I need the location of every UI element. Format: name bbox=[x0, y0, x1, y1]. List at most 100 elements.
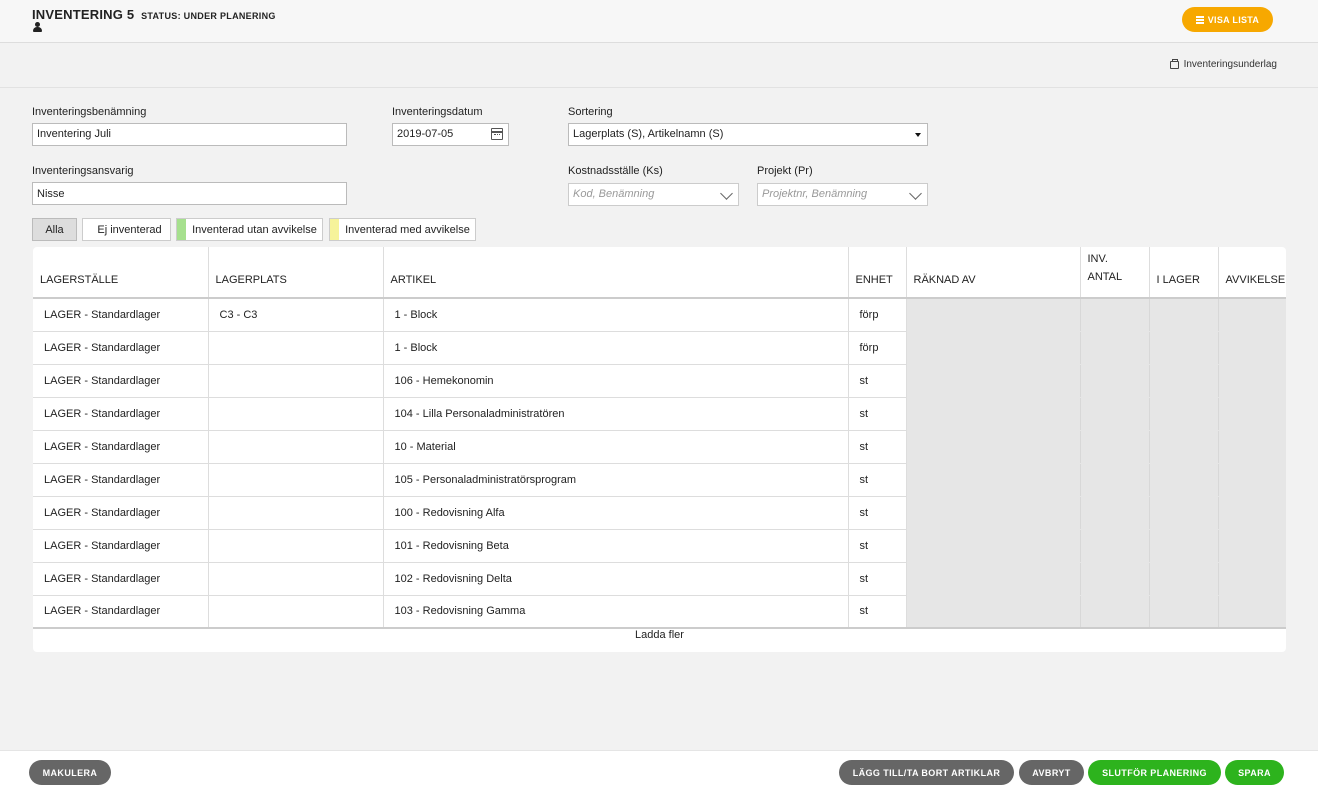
finish-planning-button[interactable]: SLUTFÖR PLANERING bbox=[1088, 760, 1221, 785]
cell-raknad-av bbox=[906, 331, 1081, 365]
cell-raknad-av bbox=[906, 397, 1081, 431]
resp-input[interactable]: Nisse bbox=[32, 182, 347, 205]
table-row[interactable]: LAGER - Standardlager 100 - Redovisning A… bbox=[33, 496, 1286, 530]
cell-lagerplats bbox=[208, 496, 384, 530]
col-header-avvikelse[interactable]: AVVIKELSE bbox=[1218, 247, 1286, 299]
page-title-text: INVENTERING 5 bbox=[32, 7, 135, 22]
visa-lista-button[interactable]: VISA LISTA bbox=[1182, 7, 1273, 32]
ks-select[interactable]: Kod, Benämning bbox=[568, 183, 739, 206]
cell-lagerplats bbox=[208, 595, 384, 629]
load-more-link[interactable]: Ladda fler bbox=[33, 629, 1286, 641]
cell-lagerplats bbox=[208, 562, 384, 596]
table-row[interactable]: LAGER - Standardlager 105 - Personaladmin… bbox=[33, 463, 1286, 497]
cell-inv-antal bbox=[1080, 331, 1150, 365]
add-remove-articles-button[interactable]: LÄGG TILL/TA BORT ARTIKLAR bbox=[839, 760, 1014, 785]
filter-not-inventoried[interactable]: Ej inventerad bbox=[82, 218, 171, 241]
cell-inv-antal bbox=[1080, 562, 1150, 596]
cell-avvikelse bbox=[1218, 562, 1286, 596]
table-row[interactable]: LAGER - Standardlager 104 - Lilla Persona… bbox=[33, 397, 1286, 431]
col-header-inv-antal[interactable]: INV. ANTAL bbox=[1080, 247, 1150, 299]
table-row[interactable]: LAGER - Standardlager 1 - Block förp bbox=[33, 331, 1286, 365]
name-input[interactable]: Inventering Juli bbox=[32, 123, 347, 146]
ks-placeholder: Kod, Benämning bbox=[573, 188, 655, 200]
cell-i-lager bbox=[1149, 364, 1219, 398]
cell-artikel: 104 - Lilla Personaladministratören bbox=[383, 397, 849, 431]
cell-enhet: st bbox=[848, 529, 907, 563]
col-header-artikel[interactable]: ARTIKEL bbox=[383, 247, 849, 299]
calendar-icon[interactable] bbox=[491, 128, 503, 140]
sort-select[interactable]: Lagerplats (S), Artikelnamn (S) bbox=[568, 123, 928, 146]
table-row[interactable]: LAGER - Standardlager 10 - Material st bbox=[33, 430, 1286, 464]
green-swatch bbox=[177, 219, 186, 240]
cell-lagerplats bbox=[208, 364, 384, 398]
table-row[interactable]: LAGER - Standardlager 102 - Redovisning D… bbox=[33, 562, 1286, 596]
list-icon bbox=[1195, 16, 1204, 24]
filter-all-label: Alla bbox=[45, 223, 64, 236]
pr-placeholder: Projektnr, Benämning bbox=[762, 188, 868, 200]
cell-raknad-av bbox=[906, 364, 1081, 398]
inventory-table: LAGERSTÄLLE LAGERPLATS ARTIKEL ENHET RÄK… bbox=[33, 247, 1286, 652]
cell-raknad-av bbox=[906, 496, 1081, 530]
filter-with-deviation[interactable]: Inventerad med avvikelse bbox=[329, 218, 476, 241]
cell-inv-antal bbox=[1080, 496, 1150, 530]
col-header-enhet[interactable]: ENHET bbox=[848, 247, 907, 299]
cell-artikel: 10 - Material bbox=[383, 430, 849, 464]
ks-label: Kostnadsställe (Ks) bbox=[568, 165, 663, 177]
cell-avvikelse bbox=[1218, 463, 1286, 497]
table-row[interactable]: LAGER - Standardlager 101 - Redovisning B… bbox=[33, 529, 1286, 563]
col-header-lagerstalle[interactable]: LAGERSTÄLLE bbox=[33, 247, 209, 299]
col-header-i-lager[interactable]: I LAGER bbox=[1149, 247, 1219, 299]
cell-avvikelse bbox=[1218, 529, 1286, 563]
cell-i-lager bbox=[1149, 430, 1219, 464]
cell-enhet: st bbox=[848, 430, 907, 464]
top-bar: INVENTERING 5 STATUS: UNDER PLANERING VI… bbox=[0, 0, 1318, 43]
filter-all[interactable]: Alla bbox=[32, 218, 77, 241]
cell-i-lager bbox=[1149, 529, 1219, 563]
cancel-button[interactable]: AVBRYT bbox=[1019, 760, 1084, 785]
col-header-inv-antal-text: INV. ANTAL bbox=[1087, 253, 1123, 283]
filter-without-deviation[interactable]: Inventerad utan avvikelse bbox=[176, 218, 323, 241]
resp-label: Inventeringsansvarig bbox=[32, 165, 134, 177]
print-link-label: Inventeringsunderlag bbox=[1183, 59, 1277, 70]
cell-lagerstalle: LAGER - Standardlager bbox=[33, 298, 209, 332]
cell-lagerstalle: LAGER - Standardlager bbox=[33, 331, 209, 365]
cell-lagerstalle: LAGER - Standardlager bbox=[33, 496, 209, 530]
makulera-button[interactable]: MAKULERA bbox=[29, 760, 111, 785]
save-button[interactable]: SPARA bbox=[1225, 760, 1284, 785]
cell-artikel: 105 - Personaladministratörsprogram bbox=[383, 463, 849, 497]
table-row[interactable]: LAGER - Standardlager 106 - Hemekonomin st bbox=[33, 364, 1286, 398]
cell-artikel: 102 - Redovisning Delta bbox=[383, 562, 849, 596]
cell-avvikelse bbox=[1218, 364, 1286, 398]
filter-without-deviation-label: Inventerad utan avvikelse bbox=[192, 223, 317, 236]
date-input[interactable]: 2019-07-05 bbox=[392, 123, 509, 146]
date-label: Inventeringsdatum bbox=[392, 106, 483, 118]
cell-lagerplats: C3 - C3 bbox=[208, 298, 384, 332]
print-link[interactable]: Inventeringsunderlag bbox=[1169, 58, 1277, 70]
cell-enhet: st bbox=[848, 496, 907, 530]
sort-label: Sortering bbox=[568, 106, 613, 118]
cell-artikel: 103 - Redovisning Gamma bbox=[383, 595, 849, 629]
cell-raknad-av bbox=[906, 430, 1081, 464]
visa-lista-label: VISA LISTA bbox=[1207, 14, 1260, 25]
table-row[interactable]: LAGER - Standardlager C3 - C3 1 - Block för… bbox=[33, 298, 1286, 332]
table-row[interactable]: LAGER - Standardlager 103 - Redovisning G… bbox=[33, 595, 1286, 629]
cell-avvikelse bbox=[1218, 298, 1286, 332]
cell-artikel: 106 - Hemekonomin bbox=[383, 364, 849, 398]
cell-artikel: 1 - Block bbox=[383, 331, 849, 365]
cell-lagerstalle: LAGER - Standardlager bbox=[33, 529, 209, 563]
cell-inv-antal bbox=[1080, 529, 1150, 563]
cell-i-lager bbox=[1149, 562, 1219, 596]
cell-lagerstalle: LAGER - Standardlager bbox=[33, 463, 209, 497]
col-header-raknad-av[interactable]: RÄKNAD AV bbox=[906, 247, 1081, 299]
cell-i-lager bbox=[1149, 595, 1219, 629]
cell-enhet: st bbox=[848, 463, 907, 497]
pr-select[interactable]: Projektnr, Benämning bbox=[757, 183, 928, 206]
cell-enhet: st bbox=[848, 364, 907, 398]
cell-lagerstalle: LAGER - Standardlager bbox=[33, 595, 209, 629]
cell-enhet: st bbox=[848, 595, 907, 629]
col-header-lagerplats[interactable]: LAGERPLATS bbox=[208, 247, 384, 299]
filter-with-deviation-label: Inventerad med avvikelse bbox=[345, 223, 470, 236]
cell-lagerplats bbox=[208, 430, 384, 464]
cell-artikel: 100 - Redovisning Alfa bbox=[383, 496, 849, 530]
cell-inv-antal bbox=[1080, 397, 1150, 431]
